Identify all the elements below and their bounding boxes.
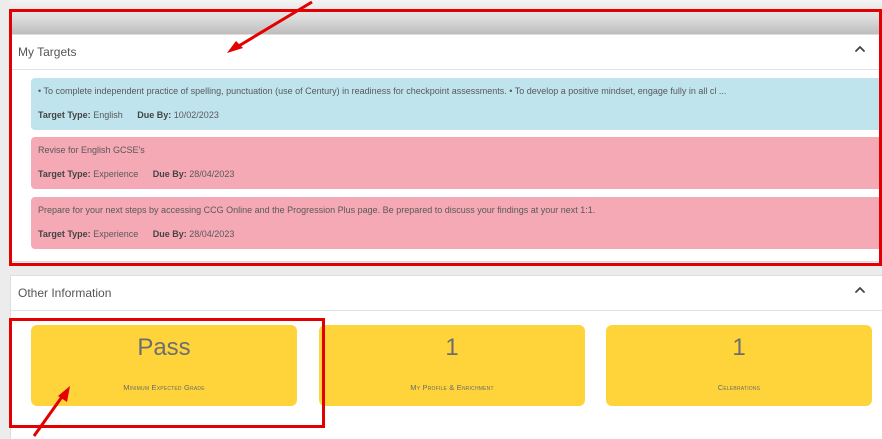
- annotation-arrow: [236, 0, 313, 49]
- arrowhead-icon: [227, 41, 243, 53]
- annotation-arrows: [32, 0, 313, 437]
- annotation-arrow: [32, 393, 66, 437]
